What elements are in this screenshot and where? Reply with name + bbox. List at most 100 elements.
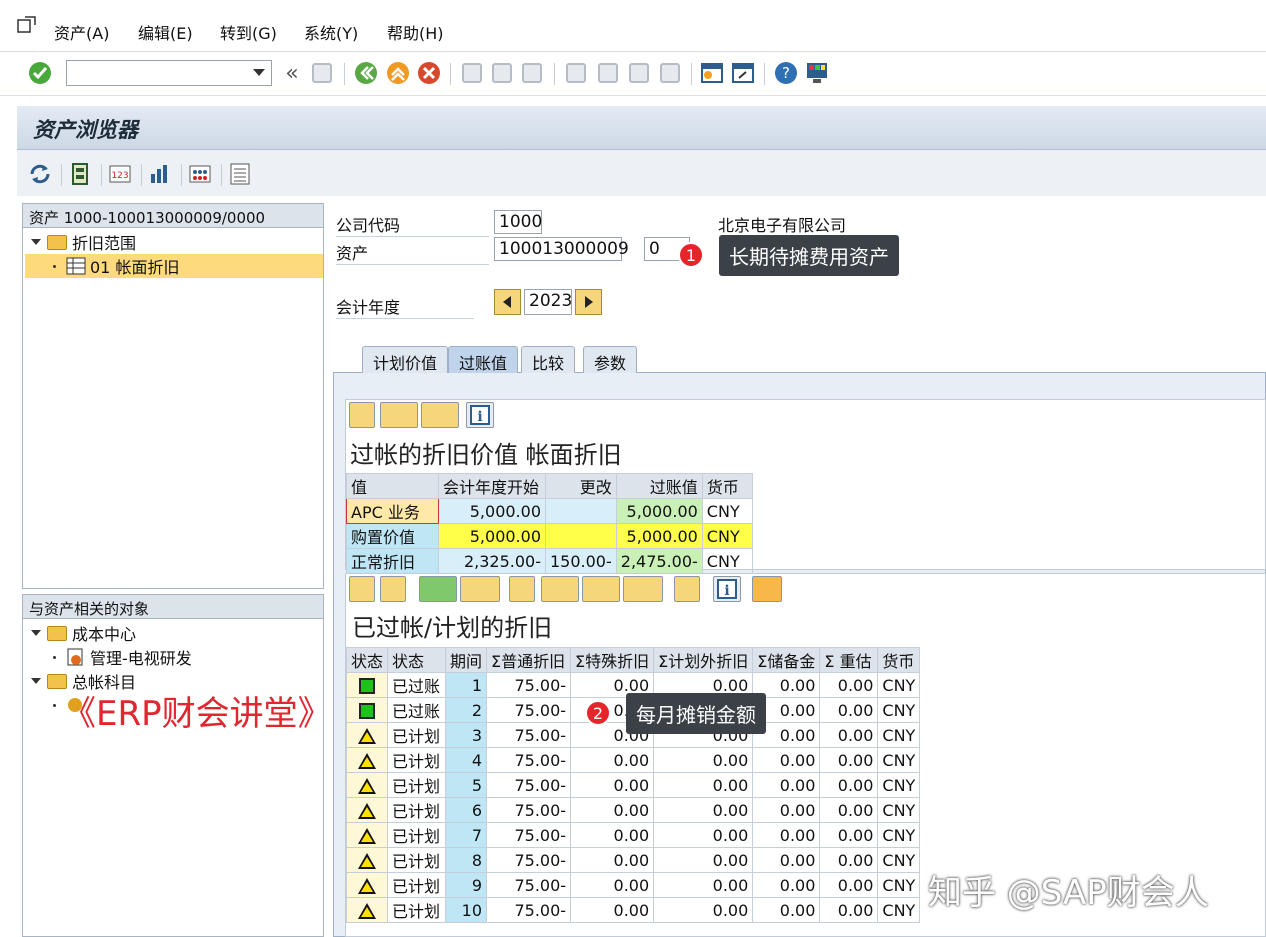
menu-system[interactable]: 系统(Y): [304, 20, 358, 44]
col-revaluation[interactable]: Σ 重估: [819, 647, 879, 673]
expand-icon[interactable]: [31, 630, 41, 636]
cell-start: 2,325.00-: [438, 548, 546, 574]
tab-planned-values[interactable]: 计划价值: [362, 346, 449, 373]
table-row[interactable]: 正常折旧 2,325.00- 150.00- 2,475.00- CNY: [346, 548, 753, 574]
sum-icon[interactable]: [419, 576, 457, 602]
print-grid-icon[interactable]: [349, 402, 375, 428]
cell-currency: CNY: [701, 548, 753, 574]
col-ordinary[interactable]: Σ普通折旧: [486, 647, 572, 673]
related-objects-header: 与资产相关的对象: [23, 595, 323, 619]
cell-reval: 0.00: [819, 672, 879, 698]
collapse-icon[interactable]: «: [280, 61, 304, 86]
table-header-row: 状态 状态 期间 Σ普通折旧 Σ特殊折旧 Σ计划外折旧 Σ储备金 Σ 重估 货币: [345, 647, 921, 673]
callout-monthly-amount: 每月摊销金额: [626, 693, 766, 734]
chart-icon[interactable]: [147, 161, 173, 187]
send-icon[interactable]: [421, 402, 459, 428]
tree-node-book-depreciation[interactable]: 01 帐面折旧: [25, 254, 323, 278]
chart-icon[interactable]: [674, 576, 700, 602]
col-special[interactable]: Σ特殊折旧: [570, 647, 655, 673]
find-next-icon[interactable]: [520, 61, 544, 85]
menu-exit-icon[interactable]: [17, 16, 37, 34]
menu-help[interactable]: 帮助(H): [387, 20, 444, 44]
last-page-icon[interactable]: [658, 61, 682, 85]
find-icon[interactable]: [490, 61, 514, 85]
cell-unpl: 0.00: [653, 872, 754, 898]
new-session-icon[interactable]: [700, 61, 724, 85]
tab-comparison[interactable]: 比较: [521, 346, 576, 373]
grid-layout-icon[interactable]: [187, 161, 213, 187]
prev-year-button[interactable]: [494, 289, 521, 315]
menu-goto[interactable]: 转到(G): [220, 20, 277, 44]
cell-cur: CNY: [877, 672, 921, 698]
layout-menu-icon[interactable]: [805, 61, 829, 85]
layout-icon[interactable]: [623, 576, 663, 602]
menu-edit[interactable]: 编辑(E): [138, 20, 193, 44]
table-row[interactable]: APC 业务 5,000.00 5,000.00 CNY: [346, 498, 753, 524]
expand-icon[interactable]: [31, 678, 41, 684]
subtotal-icon[interactable]: [460, 576, 500, 602]
cancel-icon[interactable]: [417, 61, 441, 85]
export-icon[interactable]: [541, 576, 579, 602]
col-value[interactable]: 值: [346, 473, 439, 499]
help-icon[interactable]: ?: [774, 61, 798, 85]
table-row[interactable]: 已计划 7 75.00- 0.00 0.00 0.00 0.00 CNY: [345, 822, 921, 848]
col-posted[interactable]: 过账值: [615, 473, 703, 499]
chevron-down-icon[interactable]: [253, 69, 265, 76]
sort-asc-icon[interactable]: [349, 576, 375, 602]
table-row[interactable]: 购置价值 5,000.00 5,000.00 CNY: [346, 523, 753, 549]
tree-node-depreciation-areas[interactable]: 折旧范围: [31, 230, 136, 254]
refresh-icon[interactable]: [27, 161, 53, 187]
table-row[interactable]: 已计划 5 75.00- 0.00 0.00 0.00 0.00 CNY: [345, 772, 921, 798]
col-status[interactable]: 状态: [387, 647, 447, 673]
back-icon[interactable]: [354, 61, 378, 85]
exit-icon[interactable]: [386, 61, 410, 85]
list-icon[interactable]: [227, 161, 253, 187]
info-icon[interactable]: i: [466, 402, 494, 428]
fiscal-year-field[interactable]: 2023: [524, 289, 572, 315]
table-row[interactable]: 已计划 4 75.00- 0.00 0.00 0.00 0.00 CNY: [345, 747, 921, 773]
table-row[interactable]: 已计划 10 75.00- 0.00 0.00 0.00 0.00 CNY: [345, 897, 921, 923]
col-change[interactable]: 更改: [545, 473, 617, 499]
cell-res: 0.00: [752, 772, 821, 798]
table-row[interactable]: 已计划 6 75.00- 0.00 0.00 0.00 0.00 CNY: [345, 797, 921, 823]
save-icon[interactable]: [310, 61, 334, 85]
tree-node-cost-center-item[interactable]: 管理-电视研发: [53, 645, 192, 669]
col-currency[interactable]: 货币: [877, 647, 921, 673]
col-fy-start[interactable]: 会计年度开始: [438, 473, 546, 499]
info-icon[interactable]: i: [713, 576, 741, 602]
cell-label: 购置价值: [346, 523, 439, 549]
planned-warning-icon: [358, 778, 376, 794]
shortcut-icon[interactable]: [731, 61, 755, 85]
menu-asset[interactable]: 资产(A): [54, 20, 109, 44]
table-row[interactable]: 已计划 8 75.00- 0.00 0.00 0.00 0.00 CNY: [345, 847, 921, 873]
next-year-button[interactable]: [575, 289, 602, 315]
filter-icon[interactable]: [380, 576, 406, 602]
col-status-icon[interactable]: 状态: [345, 647, 389, 673]
expand-icon[interactable]: [31, 239, 41, 245]
next-page-icon[interactable]: [627, 61, 651, 85]
col-unplanned[interactable]: Σ计划外折旧: [653, 647, 754, 673]
enter-check-icon[interactable]: [28, 61, 52, 85]
display-icon[interactable]: [67, 161, 93, 187]
command-field[interactable]: [66, 60, 272, 86]
send-icon[interactable]: [582, 576, 620, 602]
col-reserve[interactable]: Σ储备金: [752, 647, 821, 673]
table-row[interactable]: 已计划 9 75.00- 0.00 0.00 0.00 0.00 CNY: [345, 872, 921, 898]
planned-warning-icon: [358, 803, 376, 819]
cell-reval: 0.00: [819, 897, 879, 923]
values-icon[interactable]: 123: [107, 161, 133, 187]
tree-node-cost-center[interactable]: 成本中心: [31, 621, 136, 645]
abc-icon[interactable]: [752, 576, 782, 602]
col-currency[interactable]: 货币: [701, 473, 753, 499]
cell-status-icon: [345, 847, 389, 873]
company-code-field[interactable]: 1000: [494, 210, 542, 234]
asset-number-field[interactable]: 100013000009: [494, 237, 629, 261]
print-grid-icon[interactable]: [509, 576, 535, 602]
first-page-icon[interactable]: [564, 61, 588, 85]
prev-page-icon[interactable]: [596, 61, 620, 85]
print-icon[interactable]: [460, 61, 484, 85]
tab-parameters[interactable]: 参数: [583, 346, 638, 373]
tab-posted-values[interactable]: 过账值: [448, 346, 519, 373]
export-icon[interactable]: [380, 402, 418, 428]
col-period[interactable]: 期间: [445, 647, 488, 673]
